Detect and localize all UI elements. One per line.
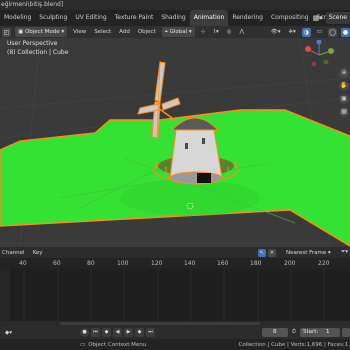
playback-menu-icon[interactable]: ◆▾ xyxy=(3,330,14,336)
status-stats: Collection | Cube | Verts:1,696 | Faces:… xyxy=(238,341,350,348)
falloff-icon[interactable]: ⋀ xyxy=(238,29,247,35)
auto-keying-icon[interactable]: ✕ xyxy=(268,248,276,257)
viewport-scene xyxy=(0,38,350,247)
tick-label: 180 xyxy=(250,260,262,267)
timeline-keyframe-area[interactable] xyxy=(0,269,350,321)
scene-name[interactable]: Scene xyxy=(325,12,350,24)
workspace-tabbar: Modeling Sculpting UV Editing Texture Pa… xyxy=(0,10,350,26)
mouse-right-icon: ▭ xyxy=(80,341,86,348)
tab-animation[interactable]: Animation xyxy=(189,10,229,26)
wireframe-shading-icon[interactable]: ◯ xyxy=(328,27,337,37)
editor-type-icon[interactable]: ◰ xyxy=(2,27,11,37)
scene-icon[interactable]: ▦▾ xyxy=(313,14,323,22)
tick-label: 220 xyxy=(318,260,330,267)
grid-toggle-icon[interactable]: ▦ xyxy=(339,107,349,117)
transform-orientation-dropdown[interactable]: ⌖ Global ▾ xyxy=(161,27,195,37)
timeline-header: Channel Key ↖ ✕ Nearest Frame ▾ ⏷▾ xyxy=(0,247,350,258)
snap-icon[interactable]: ⌇▾ xyxy=(211,29,220,35)
pivot-icon[interactable]: ⊹ xyxy=(199,29,208,35)
snap-mode-label: Nearest Frame xyxy=(286,249,327,256)
visibility-icon[interactable]: 👁▾ xyxy=(269,29,283,35)
timeline-grid xyxy=(0,269,325,321)
snap-mode-dropdown[interactable]: Nearest Frame ▾ xyxy=(284,250,333,256)
scene-selector: ▦▾ Scene xyxy=(313,12,350,24)
play-icon[interactable]: ▶ xyxy=(124,328,133,337)
preview-range-icon[interactable]: ⏱ xyxy=(290,329,298,336)
record-icon[interactable]: ● xyxy=(80,328,89,337)
ground-shade xyxy=(120,180,260,216)
xray-icon[interactable]: ▭ xyxy=(315,29,324,35)
solid-shading-icon[interactable]: ● xyxy=(341,27,350,37)
end-frame-field[interactable] xyxy=(342,328,350,337)
tab-rendering[interactable]: Rendering xyxy=(228,10,267,26)
tick-label: 140 xyxy=(184,260,196,267)
snap-toggle-icon[interactable]: ↖ xyxy=(258,248,266,257)
timeline-scroll-thumb[interactable] xyxy=(60,322,260,325)
play-reverse-icon[interactable]: ◀ xyxy=(113,328,122,337)
jump-end-icon[interactable]: ⏭ xyxy=(146,328,155,337)
start-frame-label: Start: xyxy=(303,329,319,335)
filter-icon[interactable]: ⏷▾ xyxy=(339,249,350,256)
playback-bar: ◆▾ ● ⏮ ◆ ◀ ▶ ◆ ⏭ 8 ⏱ Start: 1 xyxy=(0,326,350,339)
start-frame-field[interactable]: Start: 1 xyxy=(300,328,340,337)
zoom-icon[interactable]: ⊕ xyxy=(339,68,349,78)
menu-key[interactable]: Key xyxy=(31,250,45,256)
mode-dropdown[interactable]: ▣ Object Mode ▾ xyxy=(15,27,68,37)
overlays-icon[interactable]: ◑ xyxy=(301,27,311,37)
timeline-ruler[interactable]: 40 60 80 100 120 140 160 180 200 220 xyxy=(0,258,350,269)
tab-uv-editing[interactable]: UV Editing xyxy=(71,10,110,26)
viewport-header: ◰ ▣ Object Mode ▾ View Select Add Object… xyxy=(0,26,350,38)
mode-label: Object Mode xyxy=(24,29,60,35)
menu-object[interactable]: Object xyxy=(136,29,158,35)
next-keyframe-icon[interactable]: ◆ xyxy=(135,328,144,337)
viewport-nav-buttons: ⊕ ✋ ▣ ▦ xyxy=(339,68,349,117)
3d-viewport[interactable]: User Perspective (8) Collection | Cube ⊕… xyxy=(0,38,350,247)
orientation-label: Global xyxy=(169,29,188,35)
tab-sculpting[interactable]: Sculpting xyxy=(35,10,71,26)
status-bar: ▭ Object Context Menu Collection | Cube … xyxy=(0,339,350,350)
tick-label: 40 xyxy=(19,260,27,267)
pan-icon[interactable]: ✋ xyxy=(339,81,349,91)
jump-start-icon[interactable]: ⏮ xyxy=(91,328,100,337)
prev-keyframe-icon[interactable]: ◆ xyxy=(102,328,111,337)
gizmo-icon[interactable]: ⎈▾ xyxy=(287,29,298,36)
viewport-perspective-label: User Perspective xyxy=(7,40,58,47)
viewport-collection-label: (8) Collection | Cube xyxy=(7,49,69,56)
proportional-edit-icon[interactable]: ◎ xyxy=(225,29,234,35)
tab-shading[interactable]: Shading xyxy=(157,10,189,26)
tab-modeling[interactable]: Modeling xyxy=(0,10,35,26)
status-hint: Object Context Menu xyxy=(88,341,147,348)
navigation-gizmo[interactable] xyxy=(302,40,336,70)
tick-label: 80 xyxy=(87,260,95,267)
tick-label: 120 xyxy=(151,260,163,267)
tab-texture-paint[interactable]: Texture Paint xyxy=(111,10,158,26)
start-frame-value: 1 xyxy=(326,329,330,335)
current-frame-field[interactable]: 8 xyxy=(261,328,288,337)
tick-label: 160 xyxy=(217,260,229,267)
menu-view[interactable]: View xyxy=(71,29,88,35)
menu-add[interactable]: Add xyxy=(117,29,132,35)
menu-channel[interactable]: Channel xyxy=(0,250,27,256)
tick-label: 100 xyxy=(117,260,129,267)
window-title: eğirmeni\bitiş.blend] xyxy=(0,0,350,10)
menu-select[interactable]: Select xyxy=(92,29,113,35)
tick-label: 200 xyxy=(284,260,296,267)
tick-label: 60 xyxy=(53,260,61,267)
tab-compositing[interactable]: Compositing xyxy=(267,10,313,26)
camera-view-icon[interactable]: ▣ xyxy=(339,94,349,104)
